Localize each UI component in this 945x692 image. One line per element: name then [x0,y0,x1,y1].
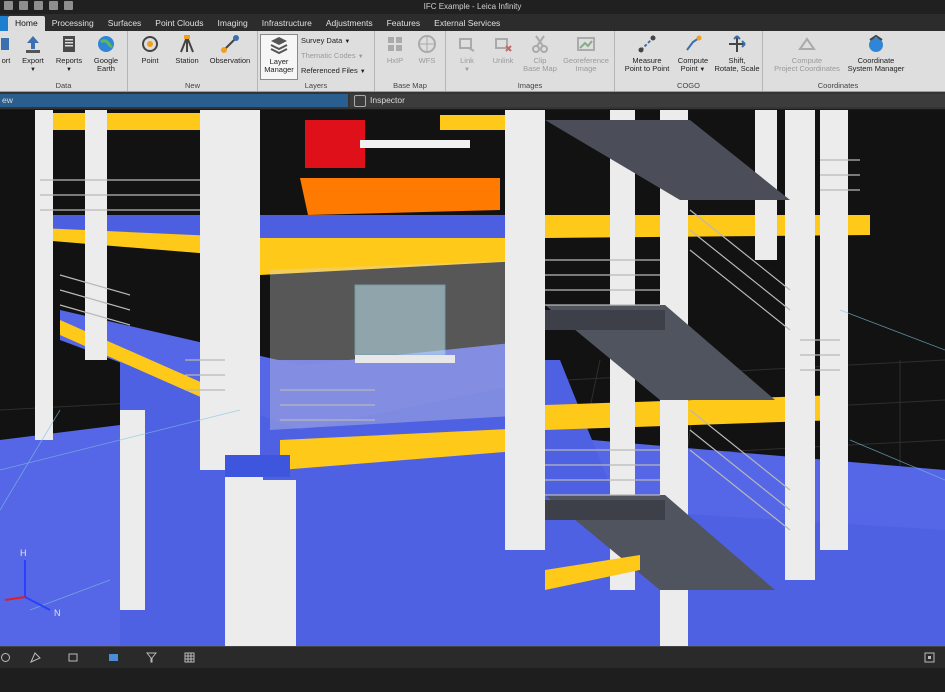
orbit-icon[interactable] [0,652,11,663]
file-tab[interactable] [0,16,8,31]
transform-icon [729,35,746,52]
axis-label-n: N [54,608,61,618]
group-cogo: Measure Point to Point Compute Point ▼ Shi… [615,31,763,91]
unlink-icon [495,38,512,52]
red-object [305,120,365,168]
group-data: ort Export ▼ Reports ▼ Google Earth Data [0,31,128,91]
station-button[interactable]: Station [170,34,204,65]
survey-data-dropdown[interactable]: Survey Data ▼ [301,36,350,45]
window-title: IFC Example - Leica Infinity [423,2,522,11]
bottom-panel [0,668,945,692]
hxip-icon [388,37,402,51]
compute-point-button[interactable]: Compute Point ▼ [675,34,711,74]
reports-button[interactable]: Reports ▼ [52,34,86,74]
clip-base-map-button[interactable]: Clip Base Map [522,34,558,73]
group-label-cogo: COGO [677,81,700,90]
layers-icon [270,37,288,55]
measure-point-to-point-button[interactable]: Measure Point to Point [619,34,675,73]
reports-icon [63,36,75,52]
panel-tab-bar: ew Inspector [0,92,945,109]
ifc-building-model[interactable]: H N [0,110,945,646]
select-icon[interactable] [30,652,41,663]
group-label-layers: Layers [304,81,328,90]
tab-home[interactable]: Home [8,16,45,31]
group-base-map: HxIP WFS Base Map [375,31,446,91]
compute-coordinates-icon [798,37,816,50]
window-glass [354,284,446,356]
observation-icon [221,35,239,53]
shift-rotate-scale-button[interactable]: Shift, Rotate, Scale [713,34,761,73]
tab-processing[interactable]: Processing [45,16,101,31]
measure-icon [638,35,656,53]
tripod-icon [180,35,194,53]
group-label-base-map: Base Map [393,81,427,90]
group-layers: Layer Manager Survey Data ▼ Thematic Code… [258,31,375,91]
tab-inspector[interactable]: Inspector [350,94,945,107]
coordinate-system-icon [869,34,883,52]
export-icon [26,36,40,53]
group-label-data: Data [55,81,72,90]
wfs-globe-icon [418,35,436,53]
layer-manager-button[interactable]: Layer Manager [260,34,298,80]
group-label-coordinates: Coordinates [817,81,859,90]
view-cube-icon[interactable] [68,652,79,663]
globe-icon [98,36,114,52]
title-bar: IFC Example - Leica Infinity [0,0,945,14]
scissors-icon [532,35,548,53]
group-coordinates: Compute Project Coordinates Coordinate Sys… [763,31,913,91]
tab-infrastructure[interactable]: Infrastructure [255,16,319,31]
group-images: Link ▼ Unlink Clip Base Map Georeference Im… [446,31,615,91]
inspector-icon [354,94,366,107]
observation-button[interactable]: Observation [206,34,254,65]
export-button[interactable]: Export ▼ [16,34,50,74]
compute-point-icon [686,35,702,51]
grid-icon[interactable] [184,652,195,663]
group-label-images: Images [517,81,543,90]
link-icon [459,38,475,52]
3d-viewport[interactable]: H N [0,110,945,646]
google-earth-button[interactable]: Google Earth [88,34,124,73]
ribbon: ort Export ▼ Reports ▼ Google Earth Data Po… [0,31,945,92]
point-button[interactable]: Point [134,34,166,65]
thematic-codes-dropdown[interactable]: Thematic Codes ▼ [301,51,364,60]
import-button[interactable]: ort [0,34,12,65]
column-base-blue [225,455,290,477]
tab-features[interactable]: Features [380,16,428,31]
maximize-icon[interactable] [924,652,935,663]
unlink-button[interactable]: Unlink [486,34,520,65]
filter-icon[interactable] [146,652,157,663]
view-toolbar [0,646,945,669]
coordinate-system-manager-button[interactable]: Coordinate System Manager [843,34,909,73]
tab-external-services[interactable]: External Services [427,16,507,31]
top-beam-left [35,113,200,130]
hxip-button[interactable]: HxIP [381,34,409,65]
georeference-image-button[interactable]: Georeference Image [560,34,612,73]
layer-visibility-icon[interactable] [108,652,119,663]
ribbon-tabs: Home Processing Surfaces Point Clouds Im… [0,14,945,31]
group-label-new: New [184,81,200,90]
tab-point-clouds[interactable]: Point Clouds [148,16,210,31]
referenced-files-dropdown[interactable]: Referenced Files ▼ [301,66,366,75]
import-icon [1,38,9,50]
tab-imaging[interactable]: Imaging [211,16,255,31]
compute-project-coordinates-button[interactable]: Compute Project Coordinates [767,34,847,73]
tab-adjustments[interactable]: Adjustments [319,16,380,31]
shelf [360,140,470,148]
georeference-icon [577,37,595,51]
wfs-button[interactable]: WFS [413,34,441,65]
link-button[interactable]: Link ▼ [452,34,482,74]
point-icon [142,36,158,52]
tab-view[interactable]: ew [0,94,348,107]
tab-surfaces[interactable]: Surfaces [101,16,149,31]
group-new: Point Station Observation New [128,31,258,91]
counter-desk [355,355,455,363]
orange-object [300,178,500,215]
axis-label-h: H [20,548,27,558]
